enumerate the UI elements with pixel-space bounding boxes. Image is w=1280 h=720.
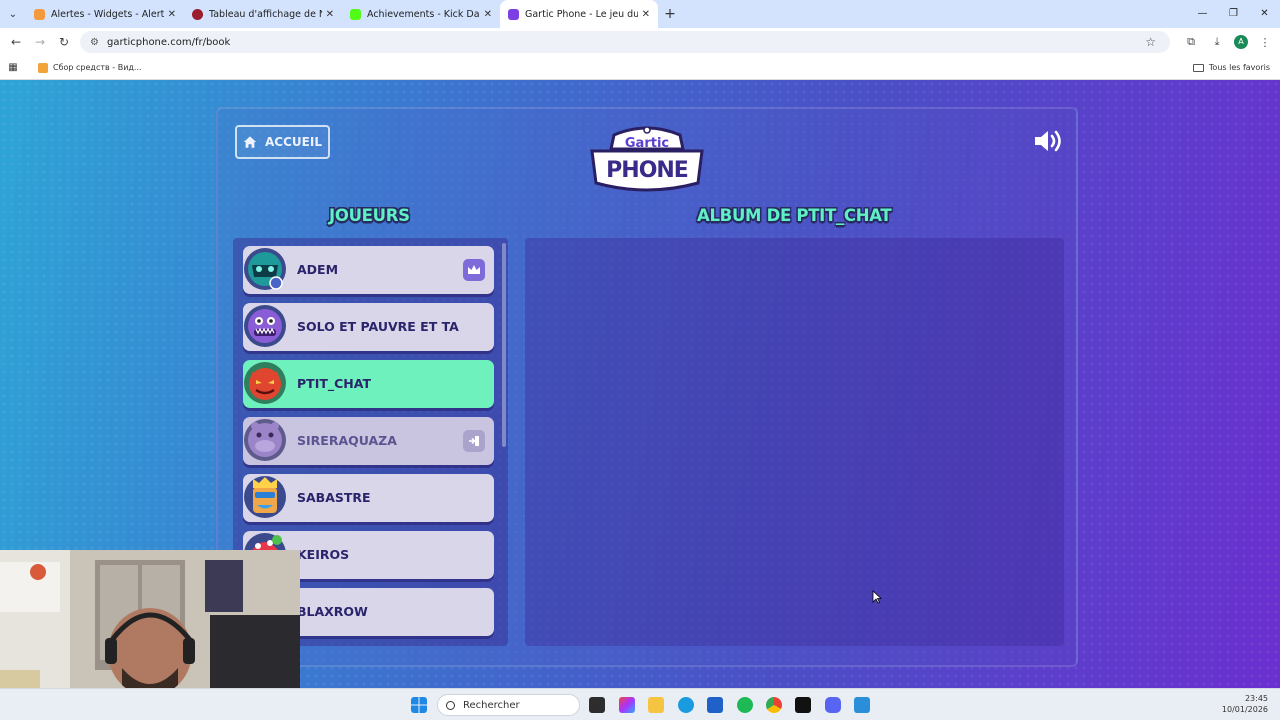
- tab-title: Alertes - Widgets - Alertes de: [51, 8, 164, 20]
- album-area: [525, 238, 1064, 646]
- sound-icon[interactable]: [1033, 128, 1065, 154]
- tab-title: Tableau d'affichage de Naruto: [209, 8, 322, 20]
- player-row-current[interactable]: PTIT_CHAT: [243, 360, 494, 408]
- reload-icon[interactable]: ↻: [52, 35, 76, 49]
- king-avatar: [244, 476, 286, 518]
- browser-tab-active[interactable]: Gartic Phone - Le jeu du téléph ✕: [500, 0, 658, 28]
- browser-tab-strip: ⌄ Alertes - Widgets - Alertes de ✕ Table…: [0, 0, 1280, 28]
- gartic-phone-logo[interactable]: Gartic PHONE: [588, 125, 706, 197]
- all-bookmarks-button[interactable]: Tous les favoris: [1192, 63, 1270, 72]
- windows-taskbar: Rechercher 23:45 10/01/2026: [0, 688, 1280, 720]
- menu-icon[interactable]: ⋮: [1256, 36, 1274, 49]
- logo-bottom-text: PHONE: [606, 158, 688, 183]
- player-row[interactable]: SOLO ET PAUVRE ET TA: [243, 303, 494, 351]
- tab-favicon: [508, 8, 519, 20]
- toolbar-actions: ⧉ ⤓ A ⋮: [1182, 28, 1274, 56]
- back-icon[interactable]: ←: [4, 35, 28, 49]
- browser-tab[interactable]: Achievements - Kick Dashboard ✕: [342, 0, 500, 28]
- search-placeholder: Rechercher: [463, 699, 520, 711]
- photos-icon[interactable]: [854, 697, 870, 713]
- browser-toolbar: ← → ↻ ⚙ garticphone.com/fr/book ☆ ⧉ ⤓ A …: [0, 28, 1280, 56]
- profile-avatar[interactable]: A: [1234, 35, 1248, 49]
- store-icon[interactable]: [707, 697, 723, 713]
- address-bar[interactable]: ⚙ garticphone.com/fr/book ☆: [80, 31, 1170, 53]
- apps-grid-icon[interactable]: ▦: [0, 62, 26, 73]
- crown-icon: [463, 259, 485, 281]
- red-devil-avatar: [244, 362, 286, 404]
- tab-favicon: [34, 8, 45, 20]
- left-game-icon: [463, 430, 485, 452]
- restore-icon[interactable]: ❐: [1218, 0, 1249, 28]
- copilot-icon[interactable]: [619, 697, 635, 713]
- close-tab-icon[interactable]: ✕: [326, 9, 334, 20]
- bookmark-star-icon[interactable]: ☆: [1145, 35, 1156, 49]
- player-name: KEIROS: [297, 547, 350, 562]
- player-name: SIRERAQUAZA: [297, 433, 397, 448]
- tab-favicon: [192, 8, 203, 20]
- clock-time: 23:45: [1244, 694, 1268, 703]
- bookmark-label: Сбор средств - Вид...: [53, 63, 142, 72]
- logo-top-text: Gartic: [625, 136, 669, 151]
- site-info-icon[interactable]: ⚙: [90, 37, 99, 48]
- task-view-icon[interactable]: [589, 697, 605, 713]
- tab-search-icon[interactable]: ⌄: [0, 0, 26, 28]
- close-window-icon[interactable]: ✕: [1249, 0, 1280, 28]
- player-row[interactable]: ADEM: [243, 246, 494, 294]
- discord-icon[interactable]: [825, 697, 841, 713]
- home-button-label: ACCUEIL: [265, 135, 322, 149]
- player-name: PTIT_CHAT: [297, 376, 371, 391]
- purple-monster-avatar: [244, 305, 286, 347]
- spotify-icon[interactable]: [737, 697, 753, 713]
- edge-icon[interactable]: [678, 697, 694, 713]
- system-clock[interactable]: 23:45 10/01/2026: [1222, 693, 1268, 715]
- window-controls: — ❐ ✕: [1187, 0, 1280, 28]
- clock-date: 10/01/2026: [1221, 705, 1268, 714]
- close-tab-icon[interactable]: ✕: [168, 9, 176, 20]
- taskbar-search[interactable]: Rechercher: [437, 694, 580, 716]
- new-tab-icon[interactable]: +: [658, 6, 682, 22]
- all-bookmarks-label: Tous les favoris: [1208, 63, 1270, 72]
- folder-icon: [1192, 63, 1204, 72]
- player-name: ADEM: [297, 262, 339, 277]
- bookmark-item[interactable]: Сбор средств - Вид...: [38, 62, 142, 73]
- player-row[interactable]: SABASTRE: [243, 474, 494, 522]
- bookmark-favicon: [38, 62, 48, 73]
- search-icon: [446, 700, 455, 710]
- bookmarks-bar: ▦ Сбор средств - Вид... Tous les favoris: [0, 56, 1280, 80]
- album-title: ALBUM DE PTIT_CHAT: [697, 206, 892, 225]
- app-icon[interactable]: [795, 697, 811, 713]
- mouse-cursor-icon: [872, 590, 882, 604]
- players-scrollbar[interactable]: [502, 243, 506, 447]
- windows-start-icon[interactable]: [411, 697, 427, 713]
- file-explorer-icon[interactable]: [648, 697, 664, 713]
- teal-mask-avatar: [244, 248, 286, 290]
- players-title: JOUEURS: [329, 206, 410, 225]
- home-icon: [243, 136, 257, 148]
- url-text: garticphone.com/fr/book: [106, 36, 231, 48]
- minimize-icon[interactable]: —: [1187, 0, 1218, 28]
- downloads-icon[interactable]: ⤓: [1208, 35, 1226, 49]
- browser-tab[interactable]: Alertes - Widgets - Alertes de ✕: [26, 0, 184, 28]
- player-name: BLAXROW: [297, 604, 368, 619]
- forward-icon[interactable]: →: [28, 35, 52, 49]
- chrome-icon[interactable]: [766, 697, 782, 713]
- player-name: SOLO ET PAUVRE ET TA: [297, 319, 459, 334]
- home-button[interactable]: ACCUEIL: [235, 125, 330, 159]
- player-row[interactable]: SIRERAQUAZA: [243, 417, 494, 465]
- browser-tab[interactable]: Tableau d'affichage de Naruto ✕: [184, 0, 342, 28]
- purple-hippo-avatar: [244, 419, 286, 461]
- player-name: SABASTRE: [297, 490, 371, 505]
- tab-title: Gartic Phone - Le jeu du téléph: [525, 8, 638, 20]
- tab-favicon: [350, 8, 361, 20]
- extensions-icon[interactable]: ⧉: [1182, 35, 1200, 49]
- tab-title: Achievements - Kick Dashboard: [367, 8, 480, 20]
- close-tab-icon[interactable]: ✕: [484, 9, 492, 20]
- close-tab-icon[interactable]: ✕: [642, 9, 650, 20]
